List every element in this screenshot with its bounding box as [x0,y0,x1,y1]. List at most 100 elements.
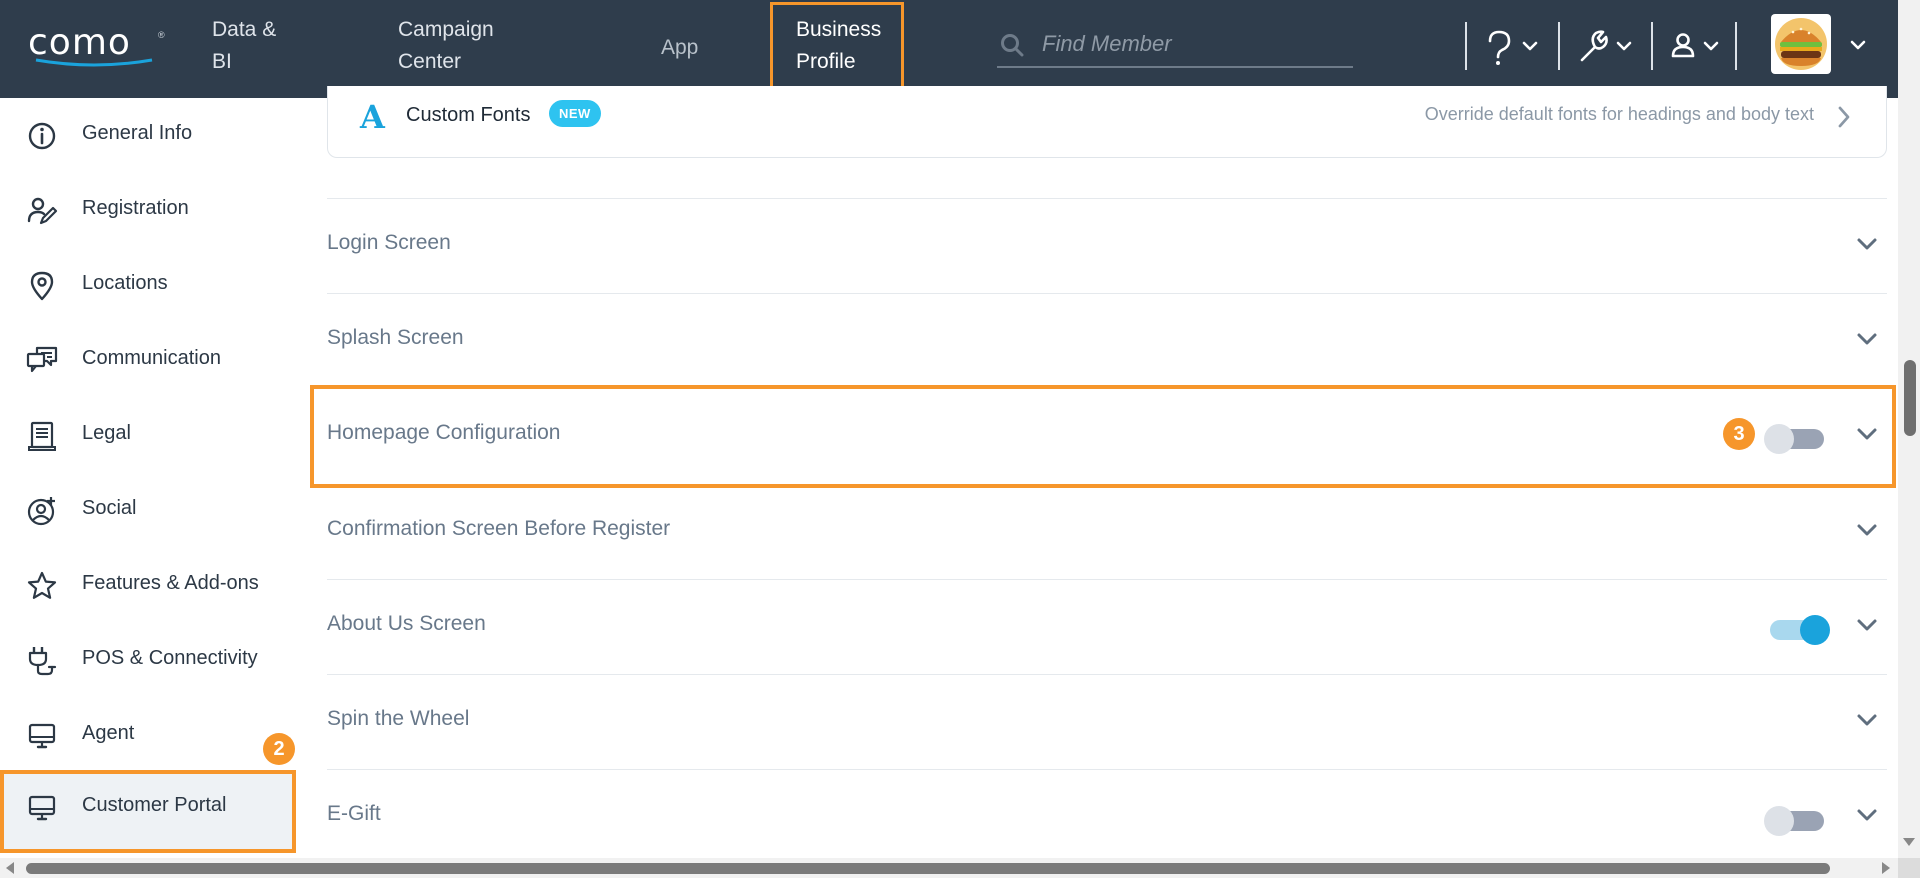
sidebar-item-label: Social [82,497,137,519]
sidebar-item-label: General Info [82,122,193,144]
monitor-icon [28,795,56,821]
plug-icon [28,647,57,676]
scrollbar-corner [1898,858,1920,878]
legal-document-icon [28,421,56,451]
tools-icon [1580,30,1632,62]
sidebar-item-legal[interactable]: Legal [0,398,296,473]
chevron-down-icon [1522,41,1538,51]
sidebar-item-general-info[interactable]: General Info [0,98,296,173]
user-icon [1671,33,1719,58]
logo-registered-mark: ® [158,30,165,40]
sidebar-item-features-add-ons[interactable]: Features & Add-ons [0,548,296,623]
nav-campaign-center-line2: Center [398,50,462,73]
about-us-screen-toggle[interactable] [1770,615,1830,645]
font-letter-icon: A [360,98,385,136]
e-gift-toggle[interactable] [1764,806,1824,836]
section-title: Login Screen [327,231,451,254]
horizontal-scrollbar-thumb[interactable] [26,863,1830,874]
chevron-down-icon[interactable] [1855,235,1879,255]
sidebar-item-label: Customer Portal [82,794,227,816]
toggle-knob [1800,615,1830,645]
nav-campaign-center-line1: Campaign [398,18,494,41]
section-title: Splash Screen [327,326,464,349]
help-icon [1488,30,1538,65]
chevron-right-icon [1838,106,1850,128]
search-icon [1001,34,1024,57]
como-logo[interactable]: como ® [28,22,168,67]
sidebar-item-customer-portal[interactable]: Customer Portal [0,770,296,853]
sidebar: General Info Registration Locations Comm… [0,98,296,858]
chevron-down-icon[interactable] [1855,521,1879,541]
nav-data-bi-line2: BI [212,50,232,73]
sidebar-item-label: Legal [82,422,131,444]
info-icon [28,122,56,150]
nav-data-bi[interactable]: Data & BI [212,14,276,78]
sidebar-item-label: POS & Connectivity [82,647,258,669]
chevron-down-icon[interactable] [1855,616,1879,636]
toolbar-separator [1558,22,1560,70]
section-e-gift[interactable]: E-Gift [327,770,1887,858]
section-title: E-Gift [327,802,381,825]
top-navigation-bar: como ® Data & BI Campaign Center App Bus… [0,0,1898,98]
chevron-down-icon [1703,41,1719,51]
toggle-knob [1764,806,1794,836]
help-menu-button[interactable] [1484,30,1544,71]
star-icon [27,571,57,599]
sidebar-item-label: Locations [82,272,168,294]
sidebar-item-agent[interactable]: Agent [0,698,296,773]
business-avatar[interactable] [1771,14,1831,74]
custom-fonts-description: Override default fonts for headings and … [1424,104,1814,124]
horizontal-scrollbar[interactable] [0,858,1898,878]
burger-logo-icon [1775,18,1827,70]
sidebar-item-label: Features & Add-ons [82,572,259,594]
sidebar-item-pos-connectivity[interactable]: POS & Connectivity [0,623,296,698]
annotation-badge-3: 3 [1723,418,1755,450]
toolbar-separator [1651,22,1653,70]
new-badge: NEW [549,100,601,127]
section-splash-screen[interactable]: Splash Screen [327,294,1887,389]
vertical-scrollbar[interactable] [1898,0,1920,878]
nav-campaign-center[interactable]: Campaign Center [398,14,494,78]
chevron-down-icon [1616,41,1632,51]
chevron-down-icon[interactable] [1855,806,1879,826]
nav-app[interactable]: App [661,32,698,64]
section-confirmation-screen-before-register[interactable]: Confirmation Screen Before Register [327,485,1887,580]
sidebar-item-label: Registration [82,197,189,219]
sidebar-item-social[interactable]: Social [0,473,296,548]
section-title: Confirmation Screen Before Register [327,517,671,540]
scroll-down-arrow-icon[interactable] [1903,838,1915,846]
section-title: About Us Screen [327,612,486,635]
chevron-down-icon[interactable] [1855,330,1879,350]
section-login-screen[interactable]: Login Screen [327,199,1887,294]
vertical-scrollbar-thumb[interactable] [1904,360,1916,436]
sidebar-item-label: Communication [82,347,221,369]
annotation-highlight-business-profile [770,2,904,96]
logo-text: como [28,22,131,63]
account-chevron-down-icon[interactable] [1848,38,1868,54]
location-pin-icon [30,271,54,301]
sidebar-item-registration[interactable]: Registration [0,173,296,248]
chevron-down-icon[interactable] [1855,711,1879,731]
sidebar-item-locations[interactable]: Locations [0,248,296,323]
nav-data-bi-line1: Data & [212,18,277,41]
logo-swoosh-icon [35,58,153,67]
nav-app-label: App [661,36,699,59]
tools-menu-button[interactable] [1578,30,1638,71]
monitor-icon [28,723,56,749]
annotation-badge-2: 2 [263,733,295,765]
custom-fonts-card[interactable]: A Custom Fonts NEW Override default font… [327,86,1887,158]
social-icon [27,497,55,526]
sidebar-item-communication[interactable]: Communication [0,323,296,398]
page-root: como ® Data & BI Campaign Center App Bus… [0,0,1920,878]
section-title: Spin the Wheel [327,707,470,730]
find-member-search[interactable]: Find Member [997,26,1353,68]
user-menu-button[interactable] [1668,30,1728,71]
section-spin-the-wheel[interactable]: Spin the Wheel [327,675,1887,770]
toolbar-separator [1735,22,1737,70]
scroll-left-arrow-icon[interactable] [6,862,14,874]
scroll-right-arrow-icon[interactable] [1882,862,1890,874]
sidebar-item-label: Agent [82,722,135,744]
communication-icon [26,346,58,373]
section-about-us-screen[interactable]: About Us Screen [327,580,1887,675]
toolbar-separator [1465,22,1467,70]
